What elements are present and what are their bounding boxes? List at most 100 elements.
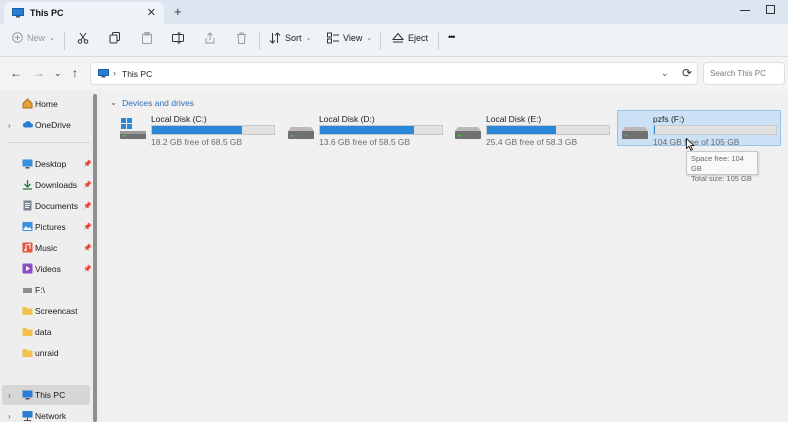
plus-circle-icon <box>12 32 23 43</box>
rename-icon <box>172 32 184 44</box>
computer-icon <box>98 69 109 78</box>
sidebar-item-label: Network <box>35 411 67 421</box>
close-tab-icon[interactable]: ✕ <box>147 6 156 19</box>
recent-locations-chevron-icon[interactable]: ⌄ <box>54 67 62 79</box>
sidebar-item-home[interactable]: Home <box>0 94 92 114</box>
sidebar-item-desktop[interactable]: Desktop 📌 <box>0 154 92 174</box>
network-icon <box>22 411 33 421</box>
sidebar-item-screencast[interactable]: Screencast <box>0 301 92 321</box>
sort-icon <box>269 32 281 44</box>
drive-name: Local Disk (E:) <box>486 114 542 124</box>
breadcrumb-chevron-icon: › <box>113 68 116 78</box>
sidebar-item-this-pc[interactable]: › This PC <box>2 385 90 405</box>
share-button[interactable] <box>204 32 216 44</box>
sidebar-item-videos[interactable]: Videos 📌 <box>0 259 92 279</box>
sidebar-item-pictures[interactable]: Pictures 📌 <box>0 217 92 237</box>
sidebar-item-f-drive[interactable]: F:\ <box>0 280 92 300</box>
sidebar-item-documents[interactable]: Documents 📌 <box>0 196 92 216</box>
mouse-cursor-icon <box>686 138 695 151</box>
pin-icon[interactable]: 📌 <box>83 265 92 273</box>
new-button[interactable]: New ⌄ <box>12 32 55 43</box>
forward-arrow-icon[interactable]: → <box>33 67 45 79</box>
sidebar-item-label: OneDrive <box>35 120 71 130</box>
folder-icon <box>22 328 33 336</box>
view-icon <box>327 32 339 44</box>
drive-name: pzfs (F:) <box>653 114 685 124</box>
sidebar-item-data[interactable]: data <box>0 322 92 342</box>
more-options-button[interactable]: ••• <box>448 32 456 42</box>
drive-usage-fill <box>152 126 242 134</box>
sidebar-item-unraid[interactable]: unraid <box>0 343 92 363</box>
pin-icon[interactable]: 📌 <box>83 160 92 168</box>
tab-title: This PC <box>30 8 64 18</box>
pin-icon[interactable]: 📌 <box>83 244 92 252</box>
up-arrow-icon[interactable]: ↑ <box>72 67 78 79</box>
drive-free-space: 13.6 GB free of 58.5 GB <box>319 137 411 147</box>
sidebar-item-label: Downloads <box>35 180 78 190</box>
collapse-chevron-icon[interactable]: ⌄ <box>110 97 117 108</box>
sidebar-item-label: Documents <box>35 201 78 211</box>
group-header-devices-and-drives[interactable]: ⌄ Devices and drives <box>110 97 194 108</box>
new-label: New <box>27 32 46 43</box>
tab-this-pc[interactable]: This PC ✕ <box>4 2 164 24</box>
expand-chevron-icon[interactable]: › <box>8 391 11 400</box>
tooltip-space-free: Space free: 104 GB <box>691 154 744 173</box>
sidebar-item-label: Videos <box>35 264 61 274</box>
address-dropdown-chevron-icon[interactable]: ⌄ <box>661 68 669 79</box>
sidebar-item-music[interactable]: Music 📌 <box>0 238 92 258</box>
sidebar-item-downloads[interactable]: Downloads 📌 <box>0 175 92 195</box>
pictures-icon <box>22 222 33 231</box>
pin-icon[interactable]: 📌 <box>83 181 92 189</box>
group-title: Devices and drives <box>122 97 194 108</box>
drive-usage-fill <box>487 126 556 134</box>
drive-free-space: 104 GB free of 105 GB <box>653 137 740 147</box>
cut-button[interactable] <box>77 32 89 44</box>
copy-button[interactable] <box>109 32 121 44</box>
refresh-icon[interactable]: ⟳ <box>682 66 692 80</box>
computer-icon <box>22 390 33 400</box>
sidebar-item-label: Music <box>35 243 58 253</box>
new-tab-button[interactable]: + <box>174 4 182 19</box>
drive-tile-f[interactable]: pzfs (F:) 104 GB free of 105 GB <box>617 110 781 147</box>
eject-icon <box>392 32 404 43</box>
drive-tile-e[interactable]: Local Disk (E:) 25.4 GB free of 58.3 GB <box>451 111 615 147</box>
more-icon: ••• <box>448 32 456 42</box>
expand-chevron-icon[interactable]: › <box>8 121 11 130</box>
drive-icon <box>23 288 32 293</box>
folder-icon <box>22 349 33 357</box>
music-icon <box>22 242 33 253</box>
drive-tile-c[interactable]: Local Disk (C:) 18.2 GB free of 68.5 GB <box>116 111 280 147</box>
hard-drive-icon <box>288 127 314 139</box>
search-input[interactable]: Search This PC <box>703 62 785 85</box>
document-icon <box>23 200 32 211</box>
view-button[interactable]: View ⌄ <box>327 32 372 44</box>
command-bar: New ⌄ Sort ⌄ View ⌄ Eject ••• <box>0 24 788 57</box>
maximize-icon[interactable] <box>766 5 775 14</box>
sort-button[interactable]: Sort ⌄ <box>269 32 311 44</box>
back-arrow-icon[interactable]: ← <box>10 67 22 79</box>
rename-button[interactable] <box>172 32 184 44</box>
sort-label: Sort <box>285 33 302 43</box>
breadcrumb-this-pc[interactable]: This PC <box>122 69 152 79</box>
computer-icon <box>12 8 24 18</box>
paste-button[interactable] <box>141 32 153 44</box>
chevron-down-icon: ⌄ <box>49 34 55 42</box>
drive-name: Local Disk (C:) <box>151 114 207 124</box>
sidebar-scrollbar[interactable] <box>93 94 97 422</box>
desktop-icon <box>22 159 33 169</box>
sidebar-item-network[interactable]: › Network <box>0 406 92 422</box>
delete-button[interactable] <box>236 32 247 44</box>
drive-usage-fill <box>320 126 414 134</box>
home-icon <box>22 98 33 109</box>
sidebar-item-onedrive[interactable]: › OneDrive <box>0 115 92 135</box>
expand-chevron-icon[interactable]: › <box>8 412 11 421</box>
drive-tile-d[interactable]: Local Disk (D:) 13.6 GB free of 58.5 GB <box>284 111 448 147</box>
pin-icon[interactable]: 📌 <box>83 202 92 210</box>
sidebar-item-label: F:\ <box>35 285 45 295</box>
address-bar[interactable]: › This PC ⌄ <box>90 62 698 85</box>
scissors-icon <box>77 32 89 44</box>
drive-tooltip: Space free: 104 GB Total size: 105 GB <box>686 151 758 183</box>
minimize-icon[interactable] <box>740 10 750 11</box>
pin-icon[interactable]: 📌 <box>83 223 92 231</box>
eject-button[interactable]: Eject <box>392 32 428 44</box>
